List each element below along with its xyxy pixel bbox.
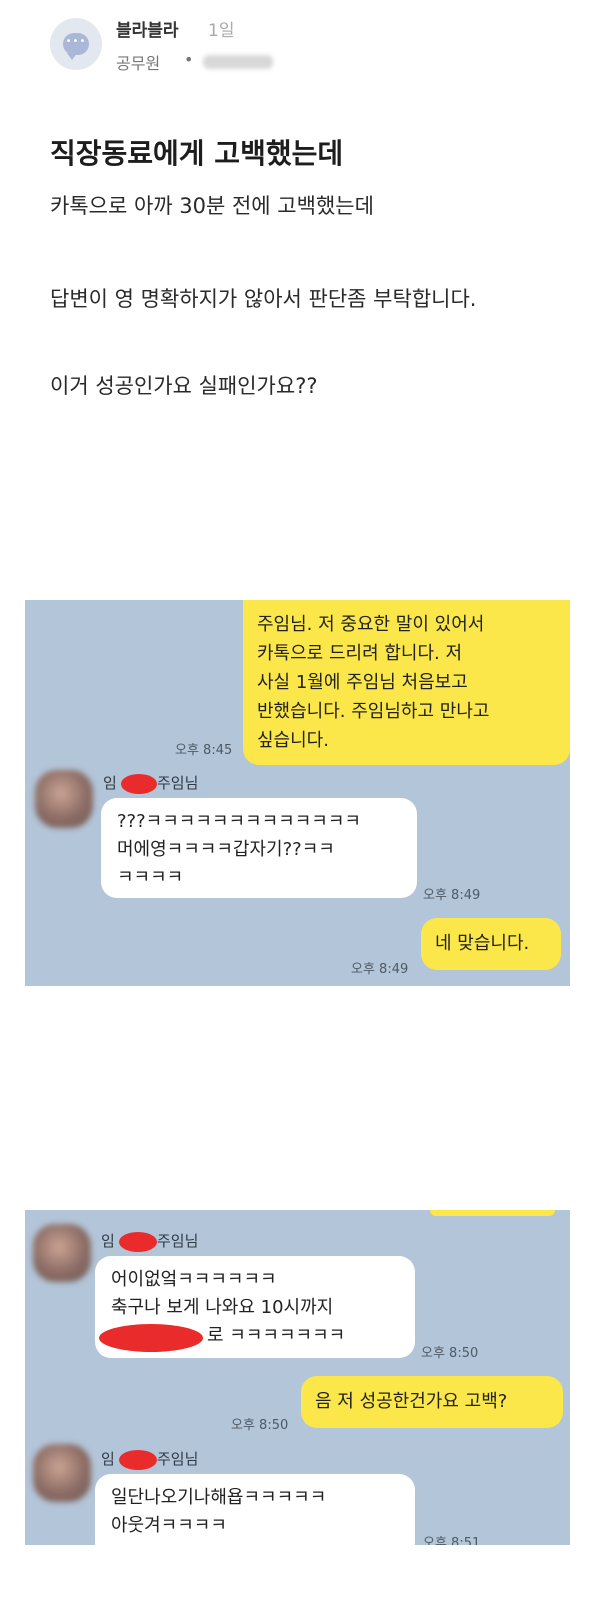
message-line: 일단나오기나해욥ㅋㅋㅋㅋㅋ [111,1487,327,1508]
chat-screenshot-2: 임 주임님 어이없엌ㅋㅋㅋㅋㅋㅋ 축구나 보게 나와요 10시까지 로 ㅋㅋㅋㅋ… [25,1210,570,1545]
message-line: 주임님. 저 중요한 말이 있어서 [257,614,485,635]
my-message-bubble: 주임님. 저 중요한 말이 있어서 카톡으로 드리려 합니다. 저 사실 1월에… [243,600,570,765]
message-line: ㅋㅋㅋㅋ [117,867,184,888]
author-company: 공무원 [116,54,161,73]
sender-name-suffix: 주임님 [157,1450,199,1468]
chat-screenshot-1: 주임님. 저 중요한 말이 있어서 카톡으로 드리려 합니다. 저 사실 1월에… [25,600,570,986]
my-message-bubble: 네 맞습니다. [421,918,561,970]
their-message-bubble: ???ㅋㅋㅋㅋㅋㅋㅋㅋㅋㅋㅋㅋㅋ 머에영ㅋㅋㅋㅋ갑자기??ㅋㅋ ㅋㅋㅋㅋ [101,798,417,898]
sender-name-suffix: 주임님 [157,774,199,792]
chat-bubble-icon: ••• [63,33,89,60]
message-line: 카톡으로 드리려 합니다. 저 [257,643,463,664]
message-time: 오후 8:51 [423,1536,481,1545]
sender-name-suffix: 주임님 [157,1232,199,1250]
message-line: 사실 1월에 주임님 처음보고 [257,672,468,693]
redaction-mark [99,1324,203,1352]
sender-name-prefix: 임 [103,774,117,792]
redaction-mark [119,1450,157,1470]
redaction-mark [121,774,157,794]
sender-avatar [33,1444,91,1502]
post-body-line: 카톡으로 아까 30분 전에 고백했는데 [50,194,374,218]
post-time: 1일 [208,21,235,41]
previous-message-edge [430,1210,555,1216]
their-message-bubble: 일단나오기나해욥ㅋㅋㅋㅋㅋ 아웃겨ㅋㅋㅋㅋ [95,1474,415,1545]
sender-name-prefix: 임 [101,1232,115,1250]
message-time: 오후 8:50 [421,1346,479,1361]
sender-avatar [35,770,93,828]
message-line: 머에영ㅋㅋㅋㅋ갑자기??ㅋㅋ [117,839,335,860]
post-body-line: 답변이 영 명확하지가 않아서 판단좀 부탁합니다. [50,287,477,311]
post-body-line: 이거 성공인가요 실패인가요?? [50,374,318,398]
message-line: 네 맞습니다. [435,933,530,954]
post-title: 직장동료에게 고백했는데 [50,137,344,170]
message-line: 음 저 성공한건가요 고백? [315,1391,508,1412]
message-time: 오후 8:49 [423,888,481,903]
post-header: ••• 블라블라 1일 공무원 • [50,16,570,76]
message-time: 오후 8:50 [231,1418,289,1433]
my-message-bubble: 음 저 성공한건가요 고백? [301,1376,563,1428]
message-time: 오후 8:49 [351,962,409,977]
message-line: ???ㅋㅋㅋㅋㅋㅋㅋㅋㅋㅋㅋㅋㅋ [117,811,361,832]
author-avatar[interactable]: ••• [50,18,102,70]
redaction-mark [119,1232,157,1252]
message-line: 어이없엌ㅋㅋㅋㅋㅋㅋ [111,1269,277,1290]
author-name[interactable]: 블라블라 [116,16,179,41]
blurred-tag [203,55,273,69]
message-line: 축구나 보게 나와요 10시까지 [111,1297,334,1318]
message-time: 오후 8:45 [175,743,233,758]
sender-name-prefix: 임 [101,1450,115,1468]
message-line: 반했습니다. 주임님하고 만나고 [257,701,490,722]
message-line: 아웃겨ㅋㅋㅋㅋ [111,1515,227,1536]
message-line: 싶습니다. [257,730,329,751]
separator: • [184,50,194,69]
sender-avatar [33,1224,91,1282]
